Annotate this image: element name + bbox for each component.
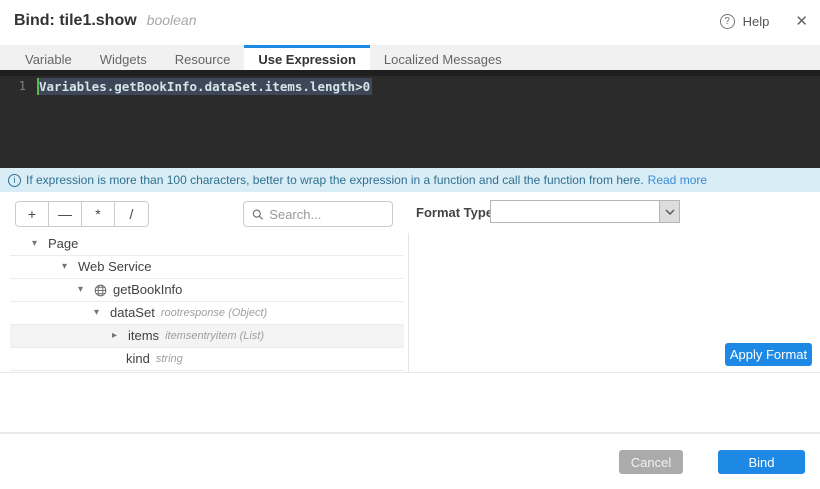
bind-dialog: Bind: tile1.show boolean ? Help ✕ Variab… — [0, 0, 820, 489]
tab-widgets[interactable]: Widgets — [86, 45, 161, 70]
footer-divider — [0, 432, 820, 434]
info-message: If expression is more than 100 character… — [26, 173, 644, 187]
panel-divider — [408, 233, 409, 372]
info-icon: i — [8, 174, 21, 187]
expression-code[interactable]: Variables.getBookInfo.dataSet.items.leng… — [37, 78, 372, 95]
selected-expression[interactable]: Variables.getBookInfo.dataSet.items.leng… — [37, 78, 372, 95]
tree-node-dataset[interactable]: ▾ dataSet rootresponse (Object) — [10, 302, 404, 325]
search-icon — [252, 208, 263, 221]
web-service-icon — [94, 284, 107, 297]
format-type-selected-value — [491, 201, 659, 222]
line-number: 1 — [0, 78, 26, 95]
caret-down-icon[interactable]: ▾ — [62, 256, 78, 278]
tab-bar: Variable Widgets Resource Use Expression… — [0, 45, 820, 70]
expression-editor[interactable]: 1 Variables.getBookInfo.dataSet.items.le… — [0, 70, 820, 168]
section-divider — [0, 372, 820, 373]
operator-button-group: + — * / — [15, 201, 149, 227]
dialog-header: Bind: tile1.show boolean ? Help ✕ — [0, 0, 820, 45]
info-bar: i If expression is more than 100 charact… — [0, 168, 820, 192]
tree-node-page[interactable]: ▾ Page — [10, 233, 404, 256]
tab-resource[interactable]: Resource — [161, 45, 245, 70]
page-title: Bind: tile1.show — [14, 12, 137, 30]
format-type-select[interactable] — [490, 200, 680, 223]
caret-right-icon[interactable]: ▸ — [112, 325, 128, 347]
apply-format-button[interactable]: Apply Format — [725, 343, 812, 366]
tree-node-items[interactable]: ▸ items itemsentryitem (List) — [10, 325, 404, 348]
tab-variable[interactable]: Variable — [11, 45, 86, 70]
help-icon[interactable]: ? — [720, 14, 735, 29]
variable-tree: ▾ Page ▾ Web Service ▾ getBookInfo — [10, 233, 404, 371]
cancel-button[interactable]: Cancel — [619, 450, 683, 474]
bound-type-label: boolean — [147, 12, 197, 28]
multiply-operator-button[interactable]: * — [82, 202, 115, 226]
tab-use-expression[interactable]: Use Expression — [244, 45, 370, 70]
tree-node-kind[interactable]: kind string — [10, 348, 404, 371]
tree-node-web-service[interactable]: ▾ Web Service — [10, 256, 404, 279]
editor-line-1: 1 Variables.getBookInfo.dataSet.items.le… — [0, 78, 820, 95]
bind-button[interactable]: Bind — [718, 450, 805, 474]
tree-search-box — [243, 201, 393, 227]
tree-node-getbookinfo[interactable]: ▾ getBookInfo — [10, 279, 404, 302]
plus-operator-button[interactable]: + — [16, 202, 49, 226]
divide-operator-button[interactable]: / — [115, 202, 148, 226]
caret-down-icon[interactable]: ▾ — [94, 302, 110, 324]
search-input[interactable] — [269, 207, 384, 222]
close-icon[interactable]: ✕ — [795, 12, 808, 30]
caret-down-icon[interactable]: ▾ — [78, 279, 94, 301]
chevron-down-icon[interactable] — [659, 201, 679, 222]
tab-localized-messages[interactable]: Localized Messages — [370, 45, 516, 70]
editor-top-edge — [0, 70, 820, 76]
read-more-link[interactable]: Read more — [648, 173, 707, 187]
caret-down-icon[interactable]: ▾ — [32, 233, 48, 255]
help-link[interactable]: Help — [743, 14, 770, 29]
minus-operator-button[interactable]: — — [49, 202, 82, 226]
format-type-label: Format Type — [416, 205, 493, 220]
